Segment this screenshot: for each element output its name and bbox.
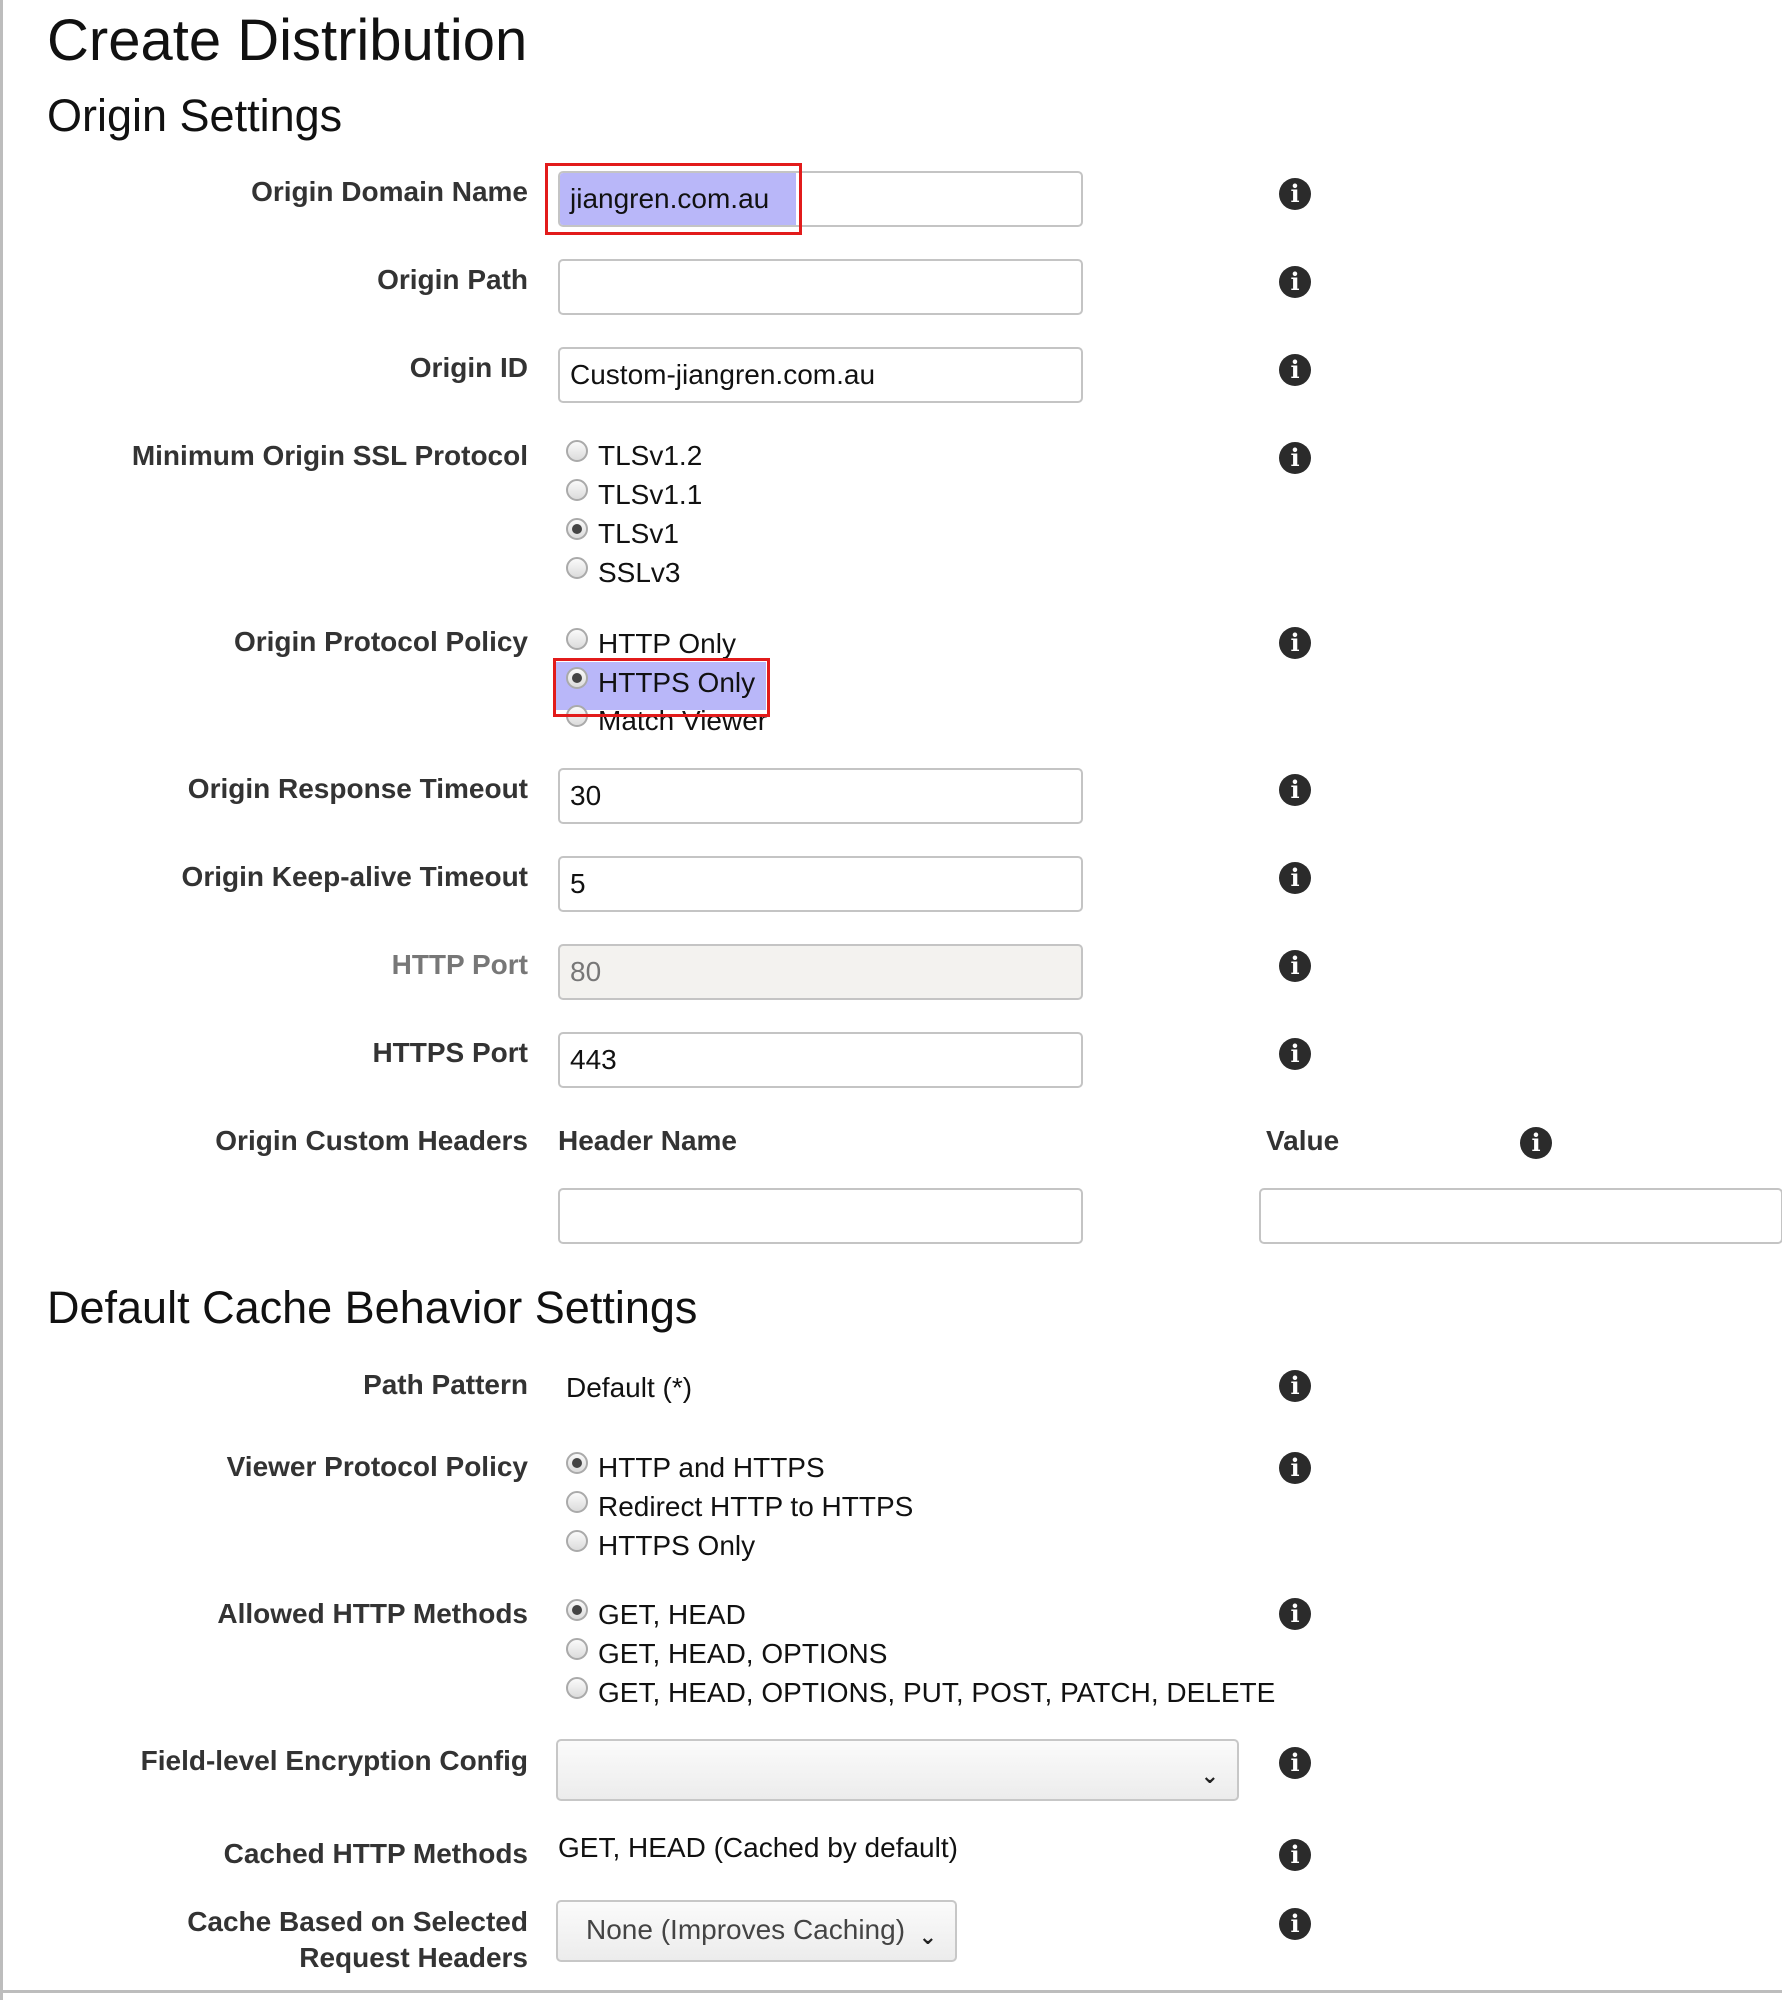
- radio-button[interactable]: [566, 1530, 588, 1552]
- radio-button[interactable]: [566, 557, 588, 579]
- protocol-option-http-only[interactable]: HTTP Only: [566, 626, 736, 662]
- origin-protocol-policy-label: Origin Protocol Policy: [233, 626, 528, 657]
- min-ssl-protocol-label: Minimum Origin SSL Protocol: [131, 440, 528, 471]
- value-column: Value: [1266, 1125, 1340, 1156]
- info-icon[interactable]: i: [1520, 1127, 1552, 1159]
- radio-button[interactable]: [566, 1491, 588, 1513]
- viewer-protocol-policy-label: Viewer Protocol Policy: [226, 1451, 528, 1482]
- cache-headers-select[interactable]: None (Improves Caching) ⌄: [556, 1900, 957, 1962]
- page-title: Create Distribution: [47, 8, 528, 73]
- origin-settings-heading: Origin Settings: [47, 90, 343, 141]
- radio-label: HTTP and HTTPS: [598, 1452, 825, 1483]
- radio-button-selected[interactable]: [566, 1599, 588, 1621]
- radio-button[interactable]: [566, 1677, 588, 1699]
- cache-headers-value: None (Improves Caching): [586, 1914, 906, 1945]
- origin-keepalive-timeout-input[interactable]: 5: [558, 856, 1083, 912]
- cached-methods-label: Cached HTTP Methods: [223, 1838, 528, 1869]
- cache-headers-label-line2: Request Headers: [299, 1942, 528, 1973]
- info-icon[interactable]: i: [1279, 266, 1311, 298]
- methods-option-get-head-options[interactable]: GET, HEAD, OPTIONS: [566, 1636, 887, 1672]
- allowed-methods-label: Allowed HTTP Methods: [217, 1598, 528, 1629]
- cache-behavior-heading: Default Cache Behavior Settings: [47, 1282, 698, 1333]
- info-icon[interactable]: i: [1279, 178, 1311, 210]
- origin-domain-name-label: Origin Domain Name: [251, 176, 528, 207]
- viewer-option-https-only[interactable]: HTTPS Only: [566, 1528, 755, 1564]
- radio-button[interactable]: [566, 479, 588, 501]
- chevron-down-icon: ⌄: [918, 1925, 937, 1950]
- info-icon[interactable]: i: [1279, 1370, 1311, 1402]
- origin-response-timeout-label: Origin Response Timeout: [187, 773, 528, 804]
- origin-id-label: Origin ID: [409, 352, 528, 383]
- radio-button-selected[interactable]: [566, 1452, 588, 1474]
- origin-keepalive-timeout-label: Origin Keep-alive Timeout: [181, 861, 528, 892]
- radio-label: SSLv3: [598, 557, 681, 588]
- header-value-input[interactable]: [1259, 1188, 1782, 1244]
- radio-button[interactable]: [566, 1638, 588, 1660]
- radio-label: GET, HEAD, OPTIONS, PUT, POST, PATCH, DE…: [598, 1677, 1276, 1708]
- http-port-input: 80: [558, 944, 1083, 1000]
- fle-config-value: [558, 1753, 572, 1784]
- info-icon[interactable]: i: [1279, 774, 1311, 806]
- https-port-label: HTTPS Port: [372, 1037, 528, 1068]
- ssl-option-sslv3[interactable]: SSLv3: [566, 555, 681, 591]
- origin-path-input[interactable]: [558, 259, 1083, 315]
- header-name-input[interactable]: [558, 1188, 1083, 1244]
- bottom-border: [3, 1990, 1782, 1993]
- radio-label: Redirect HTTP to HTTPS: [598, 1491, 914, 1522]
- header-name-column: Header Name: [558, 1125, 737, 1156]
- create-distribution-page: Create Distribution Origin Settings Orig…: [0, 0, 1782, 2000]
- radio-label: GET, HEAD: [598, 1599, 746, 1630]
- origin-response-timeout-input[interactable]: 30: [558, 768, 1083, 824]
- radio-button[interactable]: [566, 440, 588, 462]
- radio-label: TLSv1.2: [598, 440, 703, 471]
- radio-button-selected[interactable]: [566, 518, 588, 540]
- info-icon[interactable]: i: [1279, 1908, 1311, 1940]
- info-icon[interactable]: i: [1279, 1452, 1311, 1484]
- ssl-option-tlsv12[interactable]: TLSv1.2: [566, 438, 702, 474]
- cache-headers-label-line1: Cache Based on Selected: [187, 1906, 528, 1937]
- methods-option-get-head[interactable]: GET, HEAD: [566, 1597, 746, 1633]
- ssl-option-tlsv1[interactable]: TLSv1: [566, 516, 679, 552]
- highlight-box: [553, 658, 770, 717]
- viewer-option-redirect[interactable]: Redirect HTTP to HTTPS: [566, 1489, 913, 1525]
- ssl-option-tlsv11[interactable]: TLSv1.1: [566, 477, 702, 513]
- info-icon[interactable]: i: [1279, 1747, 1311, 1779]
- https-port-input[interactable]: 443: [558, 1032, 1083, 1088]
- info-icon[interactable]: i: [1279, 1839, 1311, 1871]
- radio-button[interactable]: [566, 628, 588, 650]
- info-icon[interactable]: i: [1279, 1038, 1311, 1070]
- origin-custom-headers-label: Origin Custom Headers: [215, 1125, 528, 1156]
- fle-config-label: Field-level Encryption Config: [140, 1745, 528, 1776]
- chevron-down-icon: ⌄: [1200, 1764, 1219, 1789]
- fle-config-select[interactable]: ⌄: [556, 1739, 1239, 1801]
- methods-option-all[interactable]: GET, HEAD, OPTIONS, PUT, POST, PATCH, DE…: [566, 1675, 1275, 1711]
- info-icon[interactable]: i: [1279, 354, 1311, 386]
- origin-path-label: Origin Path: [377, 264, 528, 295]
- info-icon[interactable]: i: [1279, 862, 1311, 894]
- radio-label: TLSv1: [598, 518, 679, 549]
- radio-label: HTTPS Only: [598, 1530, 756, 1561]
- radio-label: GET, HEAD, OPTIONS: [598, 1638, 888, 1669]
- highlight-box: [545, 163, 802, 235]
- info-icon[interactable]: i: [1279, 950, 1311, 982]
- radio-label: TLSv1.1: [598, 479, 703, 510]
- origin-id-input[interactable]: Custom-jiangren.com.au: [558, 347, 1083, 403]
- http-port-label: HTTP Port: [391, 949, 528, 980]
- info-icon[interactable]: i: [1279, 442, 1311, 474]
- radio-label: HTTP Only: [598, 628, 736, 659]
- info-icon[interactable]: i: [1279, 1598, 1311, 1630]
- info-icon[interactable]: i: [1279, 627, 1311, 659]
- cached-methods-value: GET, HEAD (Cached by default): [558, 1832, 958, 1863]
- path-pattern-label: Path Pattern: [363, 1369, 528, 1400]
- viewer-option-http-and-https[interactable]: HTTP and HTTPS: [566, 1450, 825, 1486]
- path-pattern-value: Default (*): [566, 1372, 693, 1403]
- cache-headers-label: Cache Based on Selected Request Headers: [43, 1904, 528, 1976]
